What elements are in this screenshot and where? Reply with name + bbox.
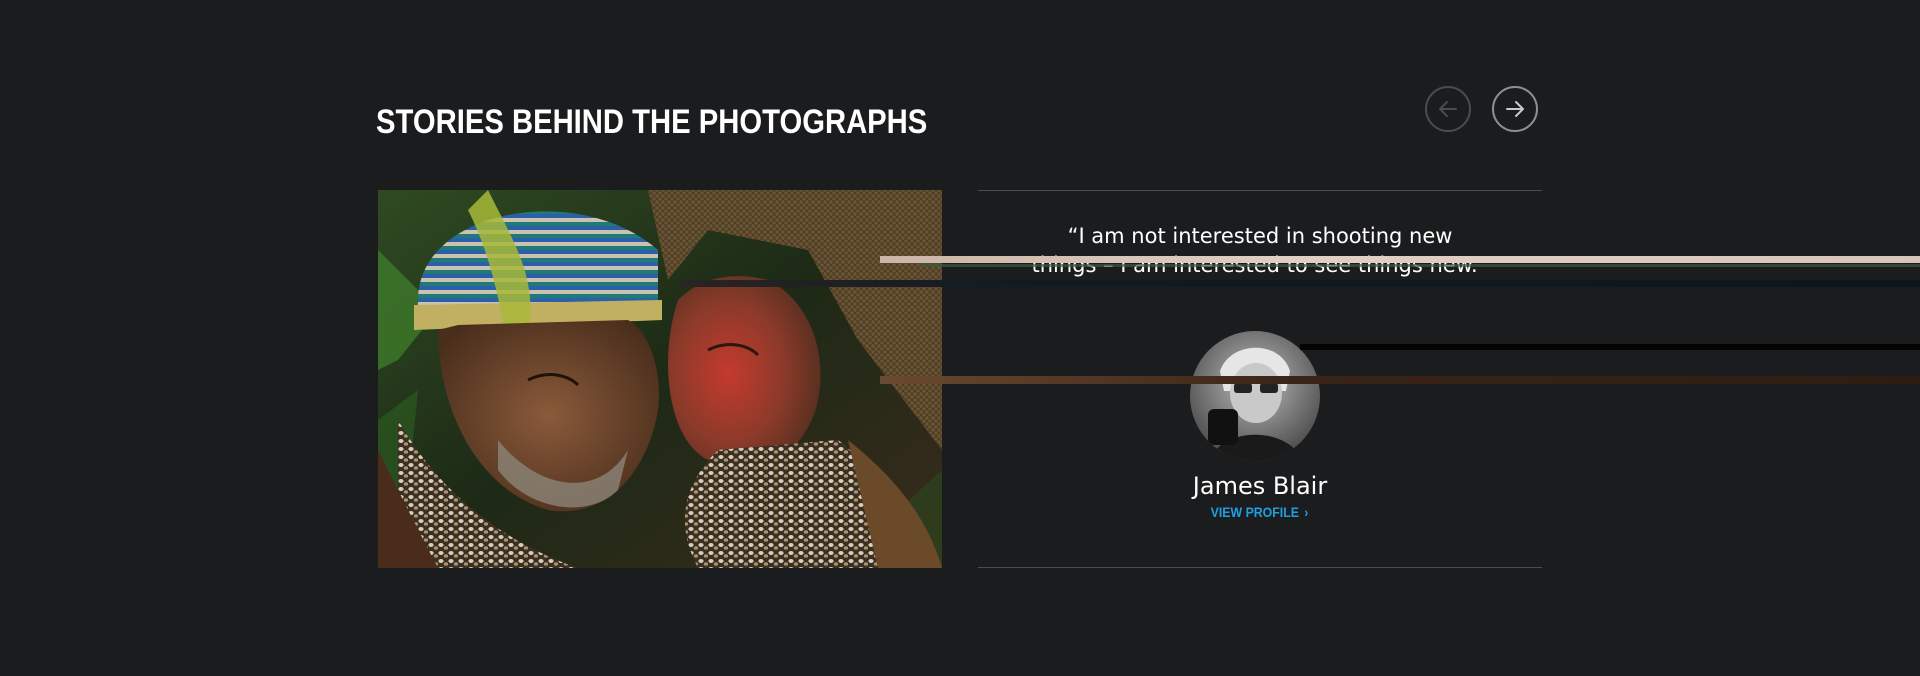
section-title: STORIES BEHIND THE PHOTOGRAPHS xyxy=(376,103,928,141)
glitch-line xyxy=(880,376,1920,384)
stories-section: STORIES BEHIND THE PHOTOGRAPHS “I am not… xyxy=(0,0,1920,676)
glitch-line xyxy=(1300,344,1920,350)
next-button[interactable] xyxy=(1492,86,1538,132)
prev-button[interactable] xyxy=(1425,86,1471,132)
divider-top xyxy=(978,190,1542,191)
story-photo[interactable] xyxy=(378,190,942,568)
author-avatar[interactable] xyxy=(1190,331,1320,461)
view-profile-link[interactable]: VIEW PROFILE › xyxy=(978,502,1542,522)
chevron-right-icon: › xyxy=(1304,504,1309,520)
arrow-right-icon xyxy=(1503,97,1527,121)
author-name: James Blair xyxy=(1192,472,1328,500)
quote-line-1: “I am not interested in shooting new xyxy=(1067,224,1453,248)
photographer-quote: “I am not interested in shooting new thi… xyxy=(978,222,1542,280)
arrow-left-icon xyxy=(1436,97,1460,121)
divider-bottom xyxy=(978,567,1542,568)
quote-line-2: things – I am interested to see things n… xyxy=(1031,253,1489,277)
view-profile-label: VIEW PROFILE xyxy=(1211,504,1300,520)
